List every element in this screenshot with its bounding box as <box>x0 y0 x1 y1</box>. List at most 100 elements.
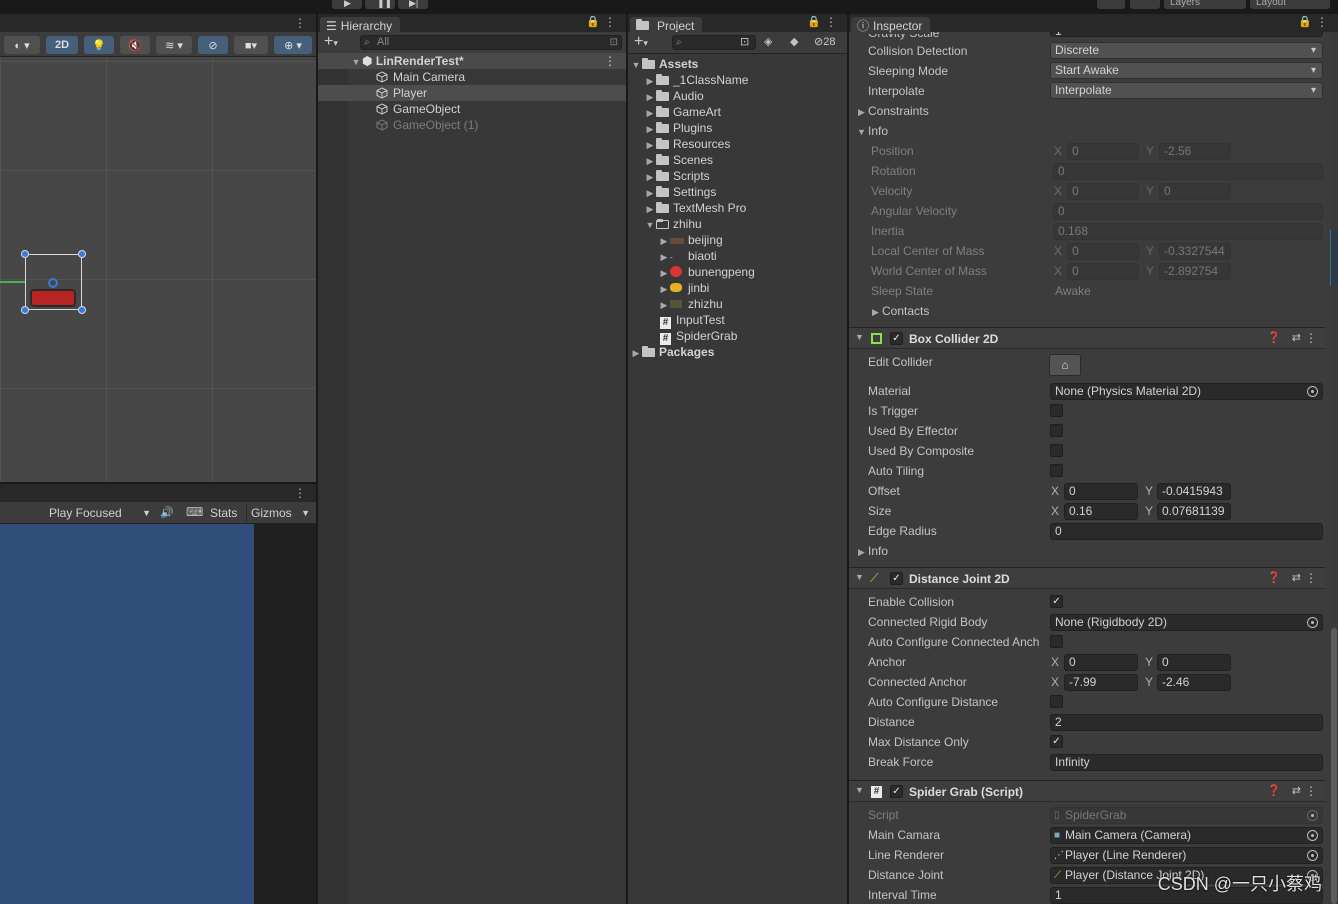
assets-folder[interactable]: ▼ Assets <box>630 56 699 72</box>
hidden-packages-toggle[interactable]: ⊘28 <box>814 35 835 48</box>
hidden-objects-icon[interactable]: ⊘ <box>198 36 228 54</box>
play-mode-dropdown[interactable]: Play Focused ▼ <box>44 502 154 524</box>
more-menu-icon[interactable]: ⋮ <box>1305 784 1317 798</box>
box-collider-header[interactable]: ▼ ✓ Box Collider 2D ❓ ⇄ ⋮ <box>849 327 1325 349</box>
is-trigger-checkbox[interactable] <box>1050 404 1063 417</box>
asset-item[interactable]: ▶ beijing <box>658 232 723 248</box>
filter-by-type-icon[interactable]: ◈ <box>764 35 772 48</box>
camera-icon[interactable]: ■▾ <box>234 36 268 54</box>
hierarchy-item-player[interactable]: Player <box>318 85 626 101</box>
label-icon[interactable]: ◆ <box>790 35 798 48</box>
help-icon[interactable]: ❓ <box>1267 784 1281 797</box>
presets-icon[interactable]: ⇄ <box>1292 784 1301 797</box>
offset-y-field[interactable]: -0.0415943 <box>1157 483 1231 500</box>
pause-button[interactable]: ❚❚ <box>365 0 395 9</box>
script-item[interactable]: # InputTest <box>660 312 725 329</box>
mute-audio-icon[interactable]: 🔊 <box>160 506 174 519</box>
folder-item[interactable]: ▶ Scenes <box>644 152 714 168</box>
offset-x-field[interactable]: 0 <box>1064 483 1138 500</box>
more-menu-icon[interactable]: ⋮ <box>1316 15 1328 29</box>
object-picker-icon[interactable] <box>1307 386 1318 397</box>
folder-item[interactable]: ▶ Scripts <box>644 168 710 184</box>
folder-item[interactable]: ▶ GameArt <box>644 104 721 120</box>
line-renderer-field[interactable]: ⋰ Player (Line Renderer) <box>1050 847 1323 864</box>
edit-collider-button[interactable]: ⌂ <box>1049 354 1081 376</box>
constraints-foldout[interactable]: ▶ Constraints <box>855 101 929 121</box>
spider-grab-header[interactable]: ▼ # ✓ Spider Grab (Script) ❓ ⇄ ⋮ <box>849 780 1325 802</box>
object-picker-icon[interactable] <box>1307 617 1318 628</box>
asset-item[interactable]: ▶ - biaoti <box>658 248 717 264</box>
script-item[interactable]: # SpiderGrab <box>660 328 737 345</box>
shading-mode-dropdown[interactable]: ◐ ▾ <box>4 36 40 54</box>
help-icon[interactable]: ❓ <box>1267 331 1281 344</box>
layout-dropdown[interactable]: Layout <box>1250 0 1330 9</box>
material-field[interactable]: None (Physics Material 2D) <box>1050 383 1323 400</box>
box-info-foldout[interactable]: ▶ Info <box>855 541 888 561</box>
main-camara-field[interactable]: ■ Main Camera (Camera) <box>1050 827 1323 844</box>
contacts-foldout[interactable]: ▶ Contacts <box>869 301 929 321</box>
history-button[interactable] <box>1097 0 1125 9</box>
player-sprite[interactable] <box>30 289 76 307</box>
rect-handle[interactable] <box>21 250 29 258</box>
lighting-icon[interactable]: 💡 <box>84 36 114 54</box>
size-y-field[interactable]: 0.07681139 <box>1157 503 1231 520</box>
info-foldout[interactable]: ▼ Info <box>855 121 888 141</box>
asset-item[interactable]: ▶ bunengpeng <box>658 264 755 280</box>
folder-item[interactable]: ▶ Plugins <box>644 120 713 136</box>
more-menu-icon[interactable]: ⋮ <box>604 15 616 29</box>
folder-item[interactable]: ▶ Settings <box>644 184 717 200</box>
game-view[interactable] <box>0 524 254 904</box>
auto-anchor-checkbox[interactable] <box>1050 635 1063 648</box>
max-distance-only-checkbox[interactable]: ✓ <box>1050 735 1063 748</box>
distance-field[interactable]: 2 <box>1050 714 1323 731</box>
interpolate-dropdown[interactable]: Interpolate <box>1050 82 1323 99</box>
enabled-checkbox[interactable]: ✓ <box>890 332 903 345</box>
distance-joint-header[interactable]: ▼ ⟋ ✓ Distance Joint 2D ❓ ⇄ ⋮ <box>849 567 1325 589</box>
mode-2d-toggle[interactable]: 2D <box>46 36 78 54</box>
enable-collision-checkbox[interactable]: ✓ <box>1050 595 1063 608</box>
enabled-checkbox[interactable]: ✓ <box>890 785 903 798</box>
layers-dropdown[interactable]: Layers <box>1164 0 1246 9</box>
folder-item[interactable]: ▶ Audio <box>644 88 704 104</box>
folder-item[interactable]: ▶ Resources <box>644 136 731 152</box>
help-icon[interactable]: ❓ <box>1267 571 1281 584</box>
anchor-y-field[interactable]: 0 <box>1157 654 1231 671</box>
presets-icon[interactable]: ⇄ <box>1292 571 1301 584</box>
rect-handle[interactable] <box>21 306 29 314</box>
rect-handle[interactable] <box>78 306 86 314</box>
play-button[interactable]: ▶ <box>332 0 362 9</box>
presets-icon[interactable]: ⇄ <box>1292 331 1301 344</box>
filter-icon[interactable]: ⊡ <box>610 36 618 49</box>
hierarchy-item-gameobject-1[interactable]: GameObject (1) <box>376 117 478 133</box>
pivot-handle[interactable] <box>48 278 58 288</box>
enabled-checkbox[interactable]: ✓ <box>890 572 903 585</box>
hierarchy-item-gameobject[interactable]: GameObject <box>376 101 460 117</box>
scene-root-row[interactable]: ▼ ⬢ LinRenderTest* ⋮ <box>318 53 626 69</box>
used-by-composite-checkbox[interactable] <box>1050 444 1063 457</box>
folder-item[interactable]: ▶ _1ClassName <box>644 72 749 88</box>
lock-icon[interactable]: 🔒 <box>1298 15 1312 28</box>
tab-inspector[interactable]: ⓘ Inspector <box>851 17 931 34</box>
asset-item[interactable]: ▶ zhizhu <box>658 296 723 312</box>
sleeping-mode-dropdown[interactable]: Start Awake <box>1050 62 1323 79</box>
object-picker-icon[interactable] <box>1307 830 1318 841</box>
step-button[interactable]: ▶| <box>398 0 428 9</box>
audio-icon[interactable]: 🔇 <box>120 36 150 54</box>
rect-handle[interactable] <box>78 250 86 258</box>
connected-anchor-y-field[interactable]: -2.46 <box>1157 674 1231 691</box>
connected-anchor-x-field[interactable]: -7.99 <box>1064 674 1138 691</box>
connected-rb-field[interactable]: None (Rigidbody 2D) <box>1050 614 1323 631</box>
folder-zhihu[interactable]: ▼ zhihu <box>644 216 702 232</box>
keyboard-icon[interactable]: ⌨ <box>186 505 203 519</box>
anchor-x-field[interactable]: 0 <box>1064 654 1138 671</box>
auto-tiling-checkbox[interactable] <box>1050 464 1063 477</box>
packages-folder[interactable]: ▶ Packages <box>630 344 715 360</box>
effects-icon[interactable]: ≋ ▾ <box>156 36 192 54</box>
scene-view[interactable] <box>0 57 316 482</box>
lock-icon[interactable]: 🔒 <box>807 15 821 28</box>
search-button[interactable] <box>1130 0 1160 9</box>
folder-item[interactable]: ▶ TextMesh Pro <box>644 200 747 216</box>
size-x-field[interactable]: 0.16 <box>1064 503 1138 520</box>
side-handle[interactable] <box>1330 230 1338 286</box>
lock-icon[interactable]: 🔒 <box>586 15 600 28</box>
